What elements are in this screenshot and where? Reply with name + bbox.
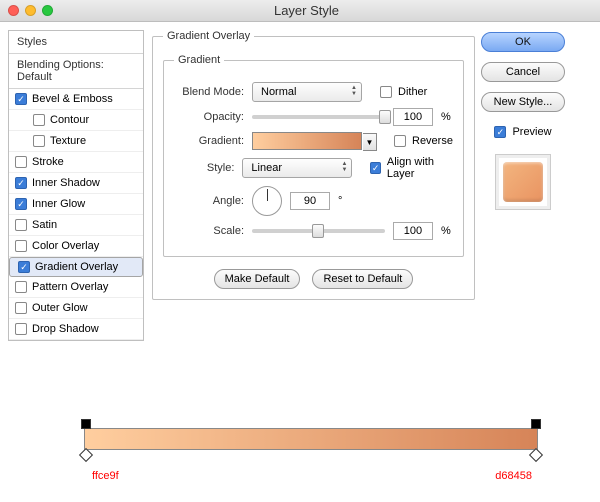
group-legend: Gradient Overlay xyxy=(163,30,254,42)
color-stop-left[interactable] xyxy=(79,448,93,462)
reverse-checkbox[interactable] xyxy=(394,135,406,147)
style-value: Linear xyxy=(251,162,282,174)
zoom-icon[interactable] xyxy=(42,5,53,16)
preview-thumbnail xyxy=(495,154,551,210)
window-title: Layer Style xyxy=(53,3,600,18)
sidebar-checkbox[interactable] xyxy=(15,240,27,252)
titlebar: Layer Style xyxy=(0,0,600,22)
sidebar-item-pattern-overlay[interactable]: Pattern Overlay xyxy=(9,277,143,298)
sidebar-item-label: Gradient Overlay xyxy=(35,261,118,273)
sidebar-blending-header[interactable]: Blending Options: Default xyxy=(9,54,143,89)
minimize-icon[interactable] xyxy=(25,5,36,16)
color-stop-right[interactable] xyxy=(529,448,543,462)
sidebar-checkbox[interactable] xyxy=(15,323,27,335)
align-layer-checkbox[interactable] xyxy=(370,162,381,174)
sidebar-checkbox[interactable] xyxy=(15,198,27,210)
sidebar-item-inner-glow[interactable]: Inner Glow xyxy=(9,194,143,215)
sidebar-item-label: Pattern Overlay xyxy=(32,281,108,293)
sidebar-item-label: Satin xyxy=(32,219,57,231)
sidebar-item-outer-glow[interactable]: Outer Glow xyxy=(9,298,143,319)
sidebar-item-contour[interactable]: Contour xyxy=(9,110,143,131)
sidebar-checkbox[interactable] xyxy=(33,114,45,126)
gradient-inner-group: Gradient Blend Mode: Normal ▲▼ Dither xyxy=(163,54,464,257)
percent-label-2: % xyxy=(441,225,453,237)
hex-right: d68458 xyxy=(495,470,532,482)
sidebar-item-satin[interactable]: Satin xyxy=(9,215,143,236)
sidebar-item-inner-shadow[interactable]: Inner Shadow xyxy=(9,173,143,194)
sidebar-checkbox[interactable] xyxy=(15,177,27,189)
degree-label: ° xyxy=(338,195,342,207)
percent-label: % xyxy=(441,111,453,123)
styles-sidebar: Styles Blending Options: Default Bevel &… xyxy=(8,30,144,341)
sidebar-item-bevel-emboss[interactable]: Bevel & Emboss xyxy=(9,89,143,110)
cancel-button[interactable]: Cancel xyxy=(481,62,565,82)
sidebar-item-label: Stroke xyxy=(32,156,64,168)
sidebar-item-label: Drop Shadow xyxy=(32,323,99,335)
chevron-updown-icon: ▲▼ xyxy=(351,85,357,97)
sidebar-item-gradient-overlay[interactable]: Gradient Overlay xyxy=(9,257,143,277)
sidebar-checkbox[interactable] xyxy=(15,281,27,293)
gradient-editor[interactable] xyxy=(84,428,538,450)
make-default-button[interactable]: Make Default xyxy=(214,269,301,289)
chevron-down-icon[interactable]: ▼ xyxy=(363,133,377,151)
sidebar-checkbox[interactable] xyxy=(33,135,45,147)
sidebar-item-label: Contour xyxy=(50,114,89,126)
gradient-overlay-group: Gradient Overlay Gradient Blend Mode: No… xyxy=(152,30,475,300)
opacity-stop-right[interactable] xyxy=(531,419,541,429)
blend-mode-label: Blend Mode: xyxy=(174,86,244,98)
angle-label: Angle: xyxy=(174,195,244,207)
sidebar-item-label: Inner Shadow xyxy=(32,177,100,189)
new-style-button[interactable]: New Style... xyxy=(481,92,565,112)
angle-field[interactable]: 90 xyxy=(290,192,330,210)
dither-label: Dither xyxy=(398,86,427,98)
align-layer-label: Align with Layer xyxy=(387,156,453,180)
sidebar-item-label: Outer Glow xyxy=(32,302,88,314)
opacity-label: Opacity: xyxy=(174,111,244,123)
sidebar-item-label: Texture xyxy=(50,135,86,147)
opacity-slider[interactable] xyxy=(252,115,385,119)
sidebar-checkbox[interactable] xyxy=(15,156,27,168)
style-select[interactable]: Linear ▲▼ xyxy=(242,158,352,178)
angle-dial[interactable] xyxy=(252,186,282,216)
ok-button[interactable]: OK xyxy=(481,32,565,52)
sidebar-item-color-overlay[interactable]: Color Overlay xyxy=(9,236,143,257)
preview-label: Preview xyxy=(512,126,551,138)
sidebar-item-stroke[interactable]: Stroke xyxy=(9,152,143,173)
inner-legend: Gradient xyxy=(174,54,224,66)
sidebar-item-label: Color Overlay xyxy=(32,240,99,252)
close-icon[interactable] xyxy=(8,5,19,16)
blend-mode-select[interactable]: Normal ▲▼ xyxy=(252,82,362,102)
reset-default-button[interactable]: Reset to Default xyxy=(312,269,413,289)
sidebar-item-texture[interactable]: Texture xyxy=(9,131,143,152)
opacity-stop-left[interactable] xyxy=(81,419,91,429)
chevron-updown-icon: ▲▼ xyxy=(341,161,347,173)
sidebar-item-label: Bevel & Emboss xyxy=(32,93,113,105)
reverse-label: Reverse xyxy=(412,135,453,147)
sidebar-checkbox[interactable] xyxy=(18,261,30,273)
opacity-field[interactable]: 100 xyxy=(393,108,433,126)
dither-checkbox[interactable] xyxy=(380,86,392,98)
blend-mode-value: Normal xyxy=(261,86,296,98)
window-controls xyxy=(0,5,53,16)
scale-field[interactable]: 100 xyxy=(393,222,433,240)
sidebar-checkbox[interactable] xyxy=(15,302,27,314)
gradient-bar[interactable] xyxy=(84,428,538,450)
gradient-swatch[interactable]: ▼ xyxy=(252,132,362,150)
hex-left: ffce9f xyxy=(92,470,119,482)
scale-label: Scale: xyxy=(174,225,244,237)
preview-checkbox[interactable] xyxy=(494,126,506,138)
gradient-label: Gradient: xyxy=(174,135,244,147)
scale-slider[interactable] xyxy=(252,229,385,233)
sidebar-checkbox[interactable] xyxy=(15,93,27,105)
sidebar-item-drop-shadow[interactable]: Drop Shadow xyxy=(9,319,143,340)
hex-labels: ffce9f d68458 xyxy=(92,470,532,482)
style-label: Style: xyxy=(174,162,234,174)
sidebar-item-label: Inner Glow xyxy=(32,198,85,210)
sidebar-styles-header[interactable]: Styles xyxy=(9,31,143,54)
sidebar-checkbox[interactable] xyxy=(15,219,27,231)
